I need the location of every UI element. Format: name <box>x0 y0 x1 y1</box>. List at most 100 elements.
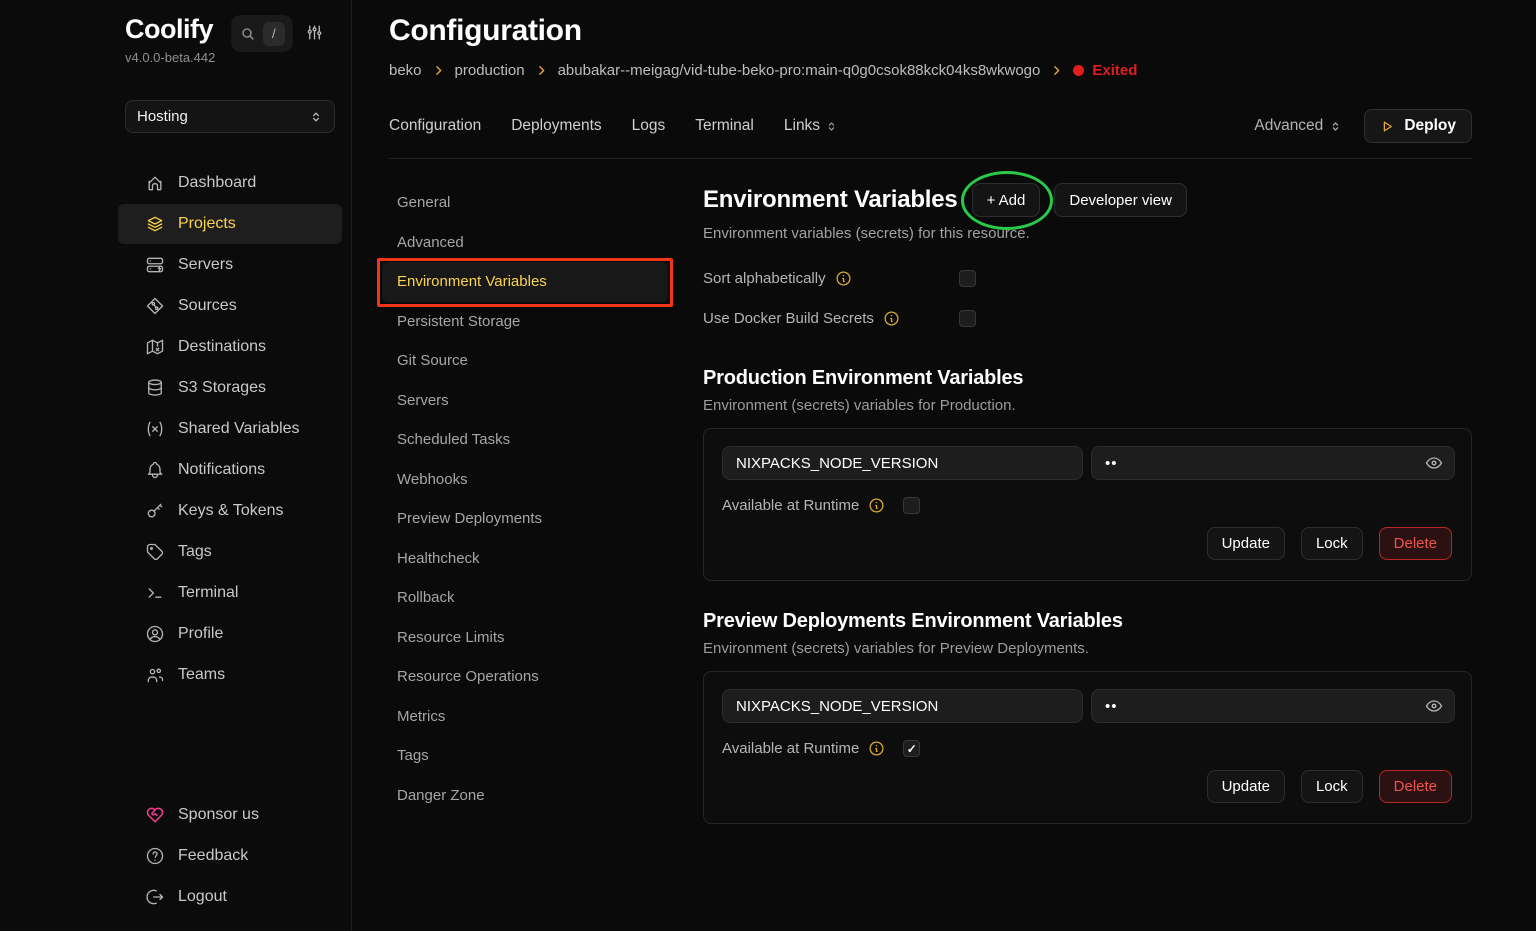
docker-build-secrets-checkbox[interactable] <box>959 310 976 327</box>
sidebar-item-terminal[interactable]: Terminal <box>118 573 342 613</box>
subnav-advanced[interactable]: Advanced <box>382 223 668 263</box>
breadcrumb-environment[interactable]: production <box>455 62 525 79</box>
sidebar-item-logout[interactable]: Logout <box>118 877 342 917</box>
sidebar-footer: Sponsor us Feedback Logout <box>118 795 342 917</box>
breadcrumb-team[interactable]: beko <box>389 62 422 79</box>
tab-configuration[interactable]: Configuration <box>389 117 481 135</box>
available-at-runtime-checkbox[interactable] <box>903 497 920 514</box>
chevron-updown-icon <box>825 120 838 133</box>
sidebar-item-sponsor[interactable]: Sponsor us <box>118 795 342 835</box>
help-circle-icon <box>145 846 165 866</box>
available-at-runtime-checkbox[interactable] <box>903 740 920 757</box>
eye-icon[interactable] <box>1424 696 1444 716</box>
tab-logs[interactable]: Logs <box>632 117 666 135</box>
sidebar-item-shared-variables[interactable]: Shared Variables <box>118 409 342 449</box>
play-icon <box>1380 119 1395 134</box>
variable-key-input[interactable] <box>722 689 1083 723</box>
sidebar-item-destinations[interactable]: Destinations <box>118 327 342 367</box>
sidebar-item-servers[interactable]: Servers <box>118 245 342 285</box>
page-title: Configuration <box>389 14 1472 48</box>
sidebar-item-dashboard[interactable]: Dashboard <box>118 163 342 203</box>
variable-key-input[interactable] <box>722 446 1083 480</box>
advanced-dropdown[interactable]: Advanced <box>1254 117 1342 135</box>
settings-subnav: General Advanced Environment Variables P… <box>389 183 703 931</box>
team-select[interactable]: Hosting <box>125 100 335 133</box>
sidebar-item-projects[interactable]: Projects <box>118 204 342 244</box>
breadcrumb: beko production abubakar--meigag/vid-tub… <box>389 62 1472 79</box>
subnav-scheduled-tasks[interactable]: Scheduled Tasks <box>382 420 668 460</box>
variable-value-input[interactable] <box>1091 689 1455 723</box>
sidebar-item-label: Keys & Tokens <box>178 502 284 520</box>
sidebar-item-label: Destinations <box>178 338 266 356</box>
subnav-servers[interactable]: Servers <box>382 381 668 421</box>
subnav-metrics[interactable]: Metrics <box>382 697 668 737</box>
tab-links-label: Links <box>784 117 820 135</box>
lock-button[interactable]: Lock <box>1301 527 1363 560</box>
status-dot <box>1073 65 1084 76</box>
tab-terminal[interactable]: Terminal <box>695 117 754 135</box>
sidebar-item-s3-storages[interactable]: S3 Storages <box>118 368 342 408</box>
eye-icon[interactable] <box>1424 453 1444 473</box>
layers-icon <box>145 214 165 234</box>
sidebar-item-keys-tokens[interactable]: Keys & Tokens <box>118 491 342 531</box>
sidebar-item-sources[interactable]: Sources <box>118 286 342 326</box>
developer-view-button[interactable]: Developer view <box>1054 183 1187 217</box>
subnav-healthcheck[interactable]: Healthcheck <box>382 539 668 579</box>
chevron-updown-icon <box>309 110 323 124</box>
home-icon <box>145 173 165 193</box>
sidebar-item-teams[interactable]: Teams <box>118 655 342 695</box>
subnav-webhooks[interactable]: Webhooks <box>382 460 668 500</box>
sidebar-item-label: Sponsor us <box>178 806 259 824</box>
sidebar-item-tags[interactable]: Tags <box>118 532 342 572</box>
subnav-resource-limits[interactable]: Resource Limits <box>382 618 668 658</box>
sidebar-item-label: Feedback <box>178 847 248 865</box>
info-icon <box>868 740 885 757</box>
main-area: Configuration beko production abubakar--… <box>352 0 1536 931</box>
tab-deployments[interactable]: Deployments <box>511 117 601 135</box>
subnav-resource-operations[interactable]: Resource Operations <box>382 657 668 697</box>
sidebar-item-feedback[interactable]: Feedback <box>118 836 342 876</box>
lock-button[interactable]: Lock <box>1301 770 1363 803</box>
subnav-persistent-storage[interactable]: Persistent Storage <box>382 302 668 342</box>
git-diamond-icon <box>145 296 165 316</box>
app-logo: Coolify <box>125 14 215 45</box>
sidebar-item-notifications[interactable]: Notifications <box>118 450 342 490</box>
docker-build-secrets-label: Use Docker Build Secrets <box>703 310 874 327</box>
add-variable-button[interactable]: + Add <box>972 183 1041 217</box>
sidebar-item-label: Sources <box>178 297 237 315</box>
tab-links[interactable]: Links <box>784 117 838 135</box>
subnav-git-source[interactable]: Git Source <box>382 341 668 381</box>
subnav-environment-variables[interactable]: Environment Variables <box>382 262 668 302</box>
user-circle-icon <box>145 624 165 644</box>
search-button[interactable]: / <box>231 15 293 52</box>
subnav-preview-deployments[interactable]: Preview Deployments <box>382 499 668 539</box>
update-button[interactable]: Update <box>1207 770 1285 803</box>
subnav-tags[interactable]: Tags <box>382 736 668 776</box>
info-icon <box>868 497 885 514</box>
delete-button[interactable]: Delete <box>1379 527 1452 560</box>
search-icon <box>240 26 256 42</box>
variable-value-input[interactable] <box>1091 446 1455 480</box>
search-shortcut-key: / <box>263 22 285 46</box>
settings-sliders-icon[interactable] <box>305 23 324 42</box>
sidebar-item-label: Logout <box>178 888 227 906</box>
available-at-runtime-row: Available at Runtime <box>722 740 1455 757</box>
terminal-icon <box>145 583 165 603</box>
info-icon <box>883 310 900 327</box>
sidebar-item-label: Tags <box>178 543 212 561</box>
delete-button[interactable]: Delete <box>1379 770 1452 803</box>
breadcrumb-resource[interactable]: abubakar--meigag/vid-tube-beko-pro:main-… <box>558 62 1041 79</box>
sort-alphabetically-checkbox[interactable] <box>959 270 976 287</box>
sidebar-nav: Dashboard Projects Servers Sources Desti… <box>118 163 342 695</box>
update-button[interactable]: Update <box>1207 527 1285 560</box>
advanced-label: Advanced <box>1254 117 1323 135</box>
subnav-danger-zone[interactable]: Danger Zone <box>382 776 668 816</box>
subnav-general[interactable]: General <box>382 183 668 223</box>
sidebar-item-profile[interactable]: Profile <box>118 614 342 654</box>
subnav-rollback[interactable]: Rollback <box>382 578 668 618</box>
users-icon <box>145 665 165 685</box>
sort-alphabetically-label: Sort alphabetically <box>703 270 826 287</box>
deploy-button[interactable]: Deploy <box>1364 109 1472 143</box>
logout-icon <box>145 887 165 907</box>
subnav-label: Environment Variables <box>397 273 547 290</box>
